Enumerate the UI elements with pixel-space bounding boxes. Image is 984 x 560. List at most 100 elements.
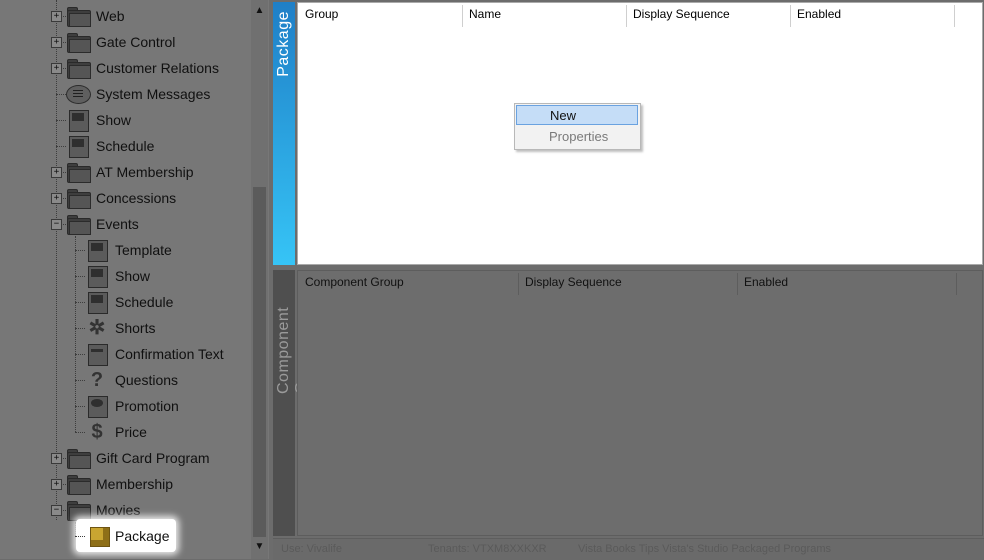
tree-item-shorts[interactable]: ✲ Shorts (85, 317, 156, 339)
tree-item-price[interactable]: $ Price (85, 421, 147, 443)
folder-icon (66, 161, 91, 183)
tree-item-label: Movies (96, 502, 141, 518)
column-header-name[interactable]: Name (469, 7, 501, 21)
context-menu: New Properties (514, 103, 641, 150)
tree-item-label: Price (115, 424, 147, 440)
folder-icon (66, 57, 91, 79)
tree-item-label: Show (115, 268, 151, 284)
column-header-display-sequence[interactable]: Display Sequence (525, 275, 622, 289)
scroll-down-arrow-icon[interactable]: ▼ (251, 540, 268, 554)
question-mark-icon: ? (90, 369, 104, 391)
dollar-icon: $ (91, 421, 103, 443)
scrollbar-thumb[interactable] (253, 187, 266, 537)
component-group-side-tab[interactable]: Component Group (273, 270, 310, 536)
status-tenant: Tenants: VTXM8XXKXR (428, 543, 547, 555)
tree-item-event-show[interactable]: Show (85, 265, 151, 288)
tree-item-gate-control[interactable]: Gate Control (66, 31, 175, 53)
component-group-grid[interactable]: Component Group Display Sequence Enabled (297, 270, 983, 536)
collapse-toggle[interactable]: − (51, 219, 62, 230)
tree-item-label: Membership (96, 476, 174, 492)
tree-item-label: Show (96, 112, 132, 128)
schedule-icon (66, 135, 90, 158)
tree-item-movies[interactable]: Movies (66, 499, 140, 521)
tree-item-event-schedule[interactable]: Schedule (85, 291, 174, 314)
tree-item-label: AT Membership (96, 164, 194, 180)
tree-item-label: Promotion (115, 398, 179, 414)
tree-item-events[interactable]: Events (66, 213, 139, 235)
tree-item-template[interactable]: Template (85, 239, 172, 262)
tree-item-confirmation-text[interactable]: Confirmation Text (85, 343, 224, 366)
tree-item-web[interactable]: Web (66, 5, 125, 27)
expand-toggle[interactable]: + (51, 37, 62, 48)
folder-icon (66, 31, 91, 53)
collapse-toggle[interactable]: − (51, 505, 62, 516)
tree-item-promotion[interactable]: Promotion (85, 395, 179, 418)
tree-item-customer-relations[interactable]: Customer Relations (66, 57, 219, 79)
component-group-panel: Component Group Component Group Display … (273, 270, 984, 536)
navigation-tree: + Web + Gate Control + Customer Relation… (0, 0, 269, 559)
tree-item-at-membership[interactable]: AT Membership (66, 161, 194, 183)
package-cube-icon (85, 525, 110, 547)
tree-item-label: Template (115, 242, 172, 258)
confirmation-text-icon (85, 343, 109, 366)
tree-item-label: System Messages (96, 86, 211, 102)
tree-item-label: Schedule (115, 294, 174, 310)
package-tab-label: Package (275, 11, 292, 77)
folder-icon (66, 5, 91, 27)
column-header-enabled[interactable]: Enabled (797, 7, 841, 21)
menu-item-label: Properties (549, 129, 609, 144)
tree-item-concessions[interactable]: Concessions (66, 187, 176, 209)
menu-item-new[interactable]: New (516, 105, 638, 125)
status-bar: Use: Vivalife Tenants: VTXM8XXKXR Vista … (273, 538, 984, 560)
tree-item-system-messages[interactable]: System Messages (66, 83, 210, 105)
tree-item-questions[interactable]: ? Questions (85, 369, 178, 391)
folder-icon (66, 447, 91, 469)
ticket-template-icon (85, 239, 109, 262)
tree-item-label: Gift Card Program (96, 450, 210, 466)
folder-open-icon (66, 499, 91, 521)
status-message: Vista Books Tips Vista's Studio Packaged… (578, 543, 831, 555)
tree-item-label: Customer Relations (96, 60, 219, 76)
folder-icon (66, 473, 91, 495)
expand-toggle[interactable]: + (51, 11, 62, 22)
expand-toggle[interactable]: + (51, 63, 62, 74)
expand-toggle[interactable]: + (51, 167, 62, 178)
shorts-icon: ✲ (88, 317, 106, 339)
column-header-component-group[interactable]: Component Group (305, 275, 404, 289)
menu-item-label: New (550, 108, 577, 123)
column-header-display-sequence[interactable]: Display Sequence (633, 7, 730, 21)
menu-item-properties[interactable]: Properties (516, 127, 638, 147)
tree-connector-line (56, 0, 57, 520)
tree-item-label: Web (96, 8, 125, 24)
tree-item-label: Confirmation Text (115, 346, 224, 362)
tree-item-label: Shorts (115, 320, 156, 336)
folder-icon (66, 187, 91, 209)
folder-open-icon (66, 213, 91, 235)
column-header-enabled[interactable]: Enabled (744, 275, 788, 289)
status-user: Use: Vivalife (281, 543, 342, 555)
tree-item-gift-card-program[interactable]: Gift Card Program (66, 447, 210, 469)
speech-bubble-icon (66, 83, 91, 105)
tree-item-label: Schedule (96, 138, 155, 154)
tree-item-show[interactable]: Show (66, 109, 132, 132)
expand-toggle[interactable]: + (51, 193, 62, 204)
schedule-icon (85, 291, 109, 314)
tree-item-label: Concessions (96, 190, 177, 206)
film-show-icon (66, 109, 90, 132)
tree-item-package[interactable]: Package (85, 525, 169, 547)
expand-toggle[interactable]: + (51, 479, 62, 490)
tree-item-label: Events (96, 216, 139, 232)
promotion-icon (85, 395, 109, 418)
tree-item-membership[interactable]: Membership (66, 473, 173, 495)
tree-item-label: Package (115, 528, 170, 544)
tree-item-label: Questions (115, 372, 179, 388)
film-show-icon (85, 265, 109, 288)
tree-item-schedule[interactable]: Schedule (66, 135, 155, 158)
package-side-tab[interactable]: Package (273, 2, 295, 265)
tree-connector-line (75, 236, 76, 432)
column-header-group[interactable]: Group (305, 7, 338, 21)
expand-toggle[interactable]: + (51, 453, 62, 464)
tree-item-label: Gate Control (96, 34, 176, 50)
scroll-up-arrow-icon[interactable]: ▲ (251, 4, 268, 18)
tree-scrollbar[interactable]: ▲ ▼ (251, 0, 268, 559)
